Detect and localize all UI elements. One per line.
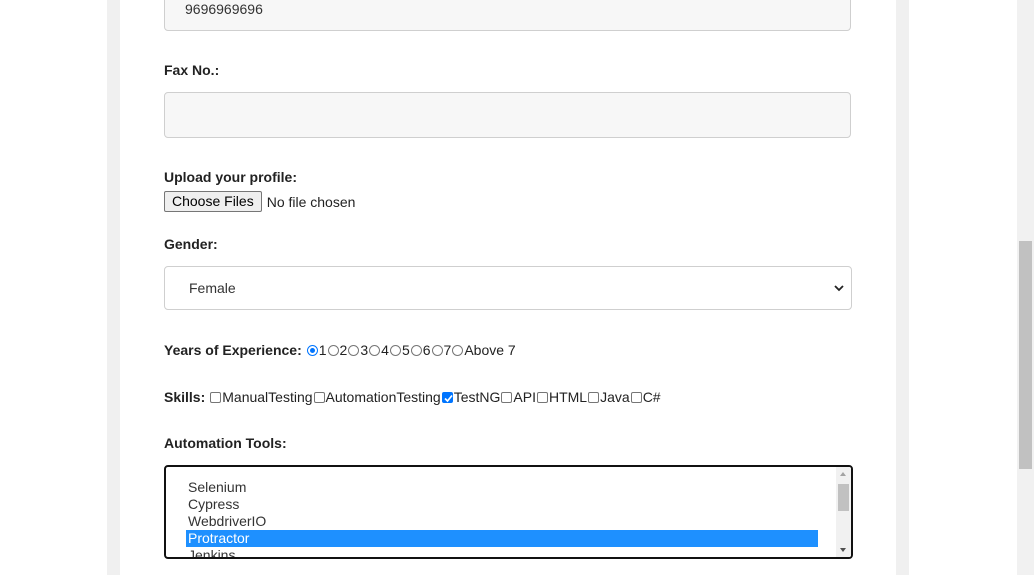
skill-option-label: AutomationTesting (325, 389, 441, 405)
skill-option-label: Java (600, 389, 630, 405)
scroll-down-arrow-icon[interactable] (840, 548, 846, 552)
experience-option[interactable]: Above 7 (451, 342, 516, 358)
experience-option[interactable]: 5 (389, 342, 410, 358)
experience-option[interactable]: 1 (306, 342, 327, 358)
phone-input[interactable]: 9696969696 (164, 0, 851, 31)
experience-option[interactable]: 6 (410, 342, 431, 358)
choose-files-button[interactable]: Choose Files (164, 191, 262, 212)
skill-option[interactable]: HTML (536, 389, 587, 405)
skill-option-label: C# (642, 389, 661, 405)
experience-option-label: 4 (381, 342, 389, 358)
automation-tool-option[interactable]: Protractor (186, 530, 818, 547)
experience-option-label: 1 (318, 342, 327, 358)
skills-label: Skills: (164, 389, 206, 406)
automation-tools-listbox[interactable]: Jenkins Protractor WebdriverIO Cypress Selen… (164, 465, 853, 559)
experience-radio[interactable] (452, 344, 464, 356)
automation-tools-label: Automation Tools: (164, 435, 287, 451)
skill-checkbox[interactable] (536, 391, 548, 403)
experience-option[interactable]: 3 (347, 342, 368, 358)
experience-option[interactable]: 7 (431, 342, 452, 358)
automation-tool-option[interactable]: Selenium (186, 479, 818, 496)
experience-radio[interactable] (410, 344, 422, 356)
gender-selected-value: Female (189, 280, 236, 296)
experience-option-label: 6 (422, 342, 431, 358)
skill-option[interactable]: API (500, 389, 536, 405)
skill-option[interactable]: C# (630, 389, 661, 405)
automation-tool-option[interactable]: Cypress (186, 496, 818, 513)
fax-input[interactable] (164, 92, 851, 138)
fax-label: Fax No.: (164, 62, 220, 78)
skills-options: ManualTesting AutomationTesting TestNG API H… (209, 389, 661, 406)
skill-option-label: ManualTesting (222, 389, 313, 405)
skill-checkbox[interactable] (441, 391, 453, 403)
skill-option-label: API (513, 389, 536, 405)
listbox-scrollbar[interactable] (836, 467, 851, 557)
upload-label: Upload your profile: (164, 169, 297, 185)
automation-tool-option[interactable]: Jenkins (186, 547, 818, 557)
skills-row: Skills: ManualTesting AutomationTesting Te… (164, 389, 661, 406)
checkmark-icon (444, 394, 453, 402)
experience-option[interactable]: 2 (327, 342, 348, 358)
gender-select[interactable]: Female (164, 266, 852, 310)
experience-option-label: 5 (401, 342, 410, 358)
experience-radio[interactable] (369, 344, 381, 356)
experience-option-label: 2 (339, 342, 348, 358)
experience-option-label: Above 7 (464, 342, 516, 358)
experience-radio[interactable] (431, 344, 443, 356)
skill-checkbox[interactable] (313, 391, 325, 403)
automation-tool-option[interactable]: WebdriverIO (186, 513, 818, 530)
chevron-down-icon (833, 282, 845, 294)
file-upload: Choose Files No file chosen (164, 191, 355, 212)
experience-option[interactable]: 4 (368, 342, 389, 358)
skill-option-label: TestNG (453, 389, 501, 405)
experience-radio[interactable] (348, 344, 360, 356)
listbox-scroll-thumb[interactable] (838, 484, 849, 511)
page-scroll-thumb[interactable] (1019, 241, 1032, 469)
skill-checkbox[interactable] (210, 391, 222, 403)
experience-radio[interactable] (327, 344, 339, 356)
skill-checkbox[interactable] (588, 391, 600, 403)
page-scrollbar[interactable] (1017, 0, 1034, 575)
skill-option[interactable]: AutomationTesting (313, 389, 441, 405)
skill-option[interactable]: Java (587, 389, 630, 405)
experience-radio[interactable] (306, 344, 318, 356)
experience-radio[interactable] (389, 344, 401, 356)
skill-option-label: HTML (548, 389, 588, 405)
experience-options: 1 2 3 4 5 6 7 Above 7 (306, 342, 516, 359)
file-status: No file chosen (266, 193, 356, 210)
scroll-up-arrow-icon[interactable] (840, 472, 846, 476)
experience-label: Years of Experience: (164, 342, 302, 359)
experience-option-label: 7 (443, 342, 452, 358)
skill-checkbox[interactable] (501, 391, 513, 403)
skill-option[interactable]: ManualTesting (209, 389, 313, 405)
skill-checkbox[interactable] (630, 391, 642, 403)
skill-option[interactable]: TestNG (441, 389, 501, 405)
gender-label: Gender: (164, 236, 218, 252)
experience-row: Years of Experience: 1 2 3 4 5 6 7 Above 7 (164, 342, 516, 359)
experience-option-label: 3 (360, 342, 369, 358)
